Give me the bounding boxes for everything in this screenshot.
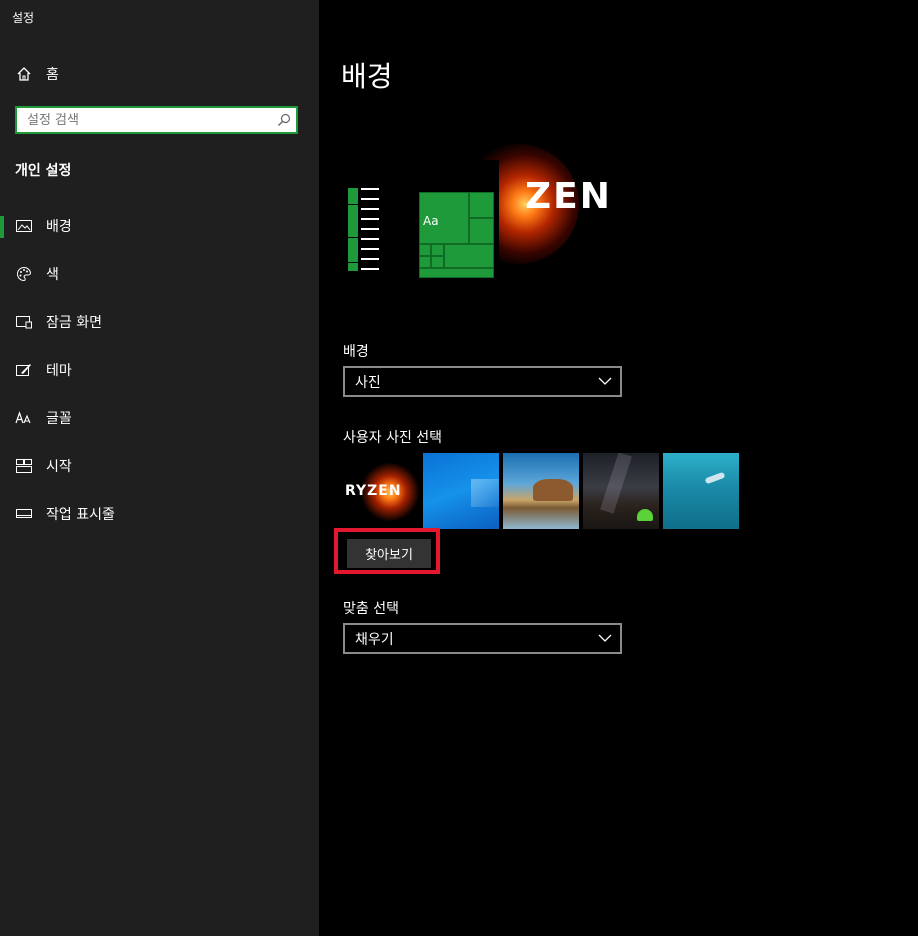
start-icon: [15, 458, 33, 474]
choose-picture-label: 사용자 사진 선택: [343, 430, 443, 446]
fit-value: 채우기: [355, 631, 394, 648]
lock-screen-icon: [15, 314, 33, 330]
preview-start-menu: Aa: [339, 160, 499, 280]
sidebar: 설정 홈 개인 설정 배경 색: [0, 0, 319, 936]
background-label: 배경: [343, 344, 369, 360]
chevron-down-icon: [598, 377, 612, 385]
sidebar-item-taskbar[interactable]: 작업 표시줄: [0, 490, 319, 538]
section-title: 개인 설정: [15, 163, 72, 179]
sidebar-nav: 배경 색 잠금 화면 테마 글꼴 시작 작업 표시줄: [0, 202, 319, 538]
background-type-dropdown[interactable]: 사진: [343, 366, 622, 397]
search-icon[interactable]: [277, 113, 291, 127]
home-icon: [17, 67, 31, 81]
sidebar-item-fonts[interactable]: 글꼴: [0, 394, 319, 442]
browse-button[interactable]: 찾아보기: [347, 539, 431, 568]
background-preview: ZEN Aa: [339, 104, 619, 280]
preview-tiles: Aa: [419, 192, 494, 278]
preview-app-list-icons: [348, 188, 358, 271]
sidebar-item-label: 테마: [46, 363, 72, 379]
window-title: 설정: [12, 11, 35, 25]
thumbnail-ryzen[interactable]: RYZEN: [343, 453, 419, 529]
sidebar-item-label: 글꼴: [46, 411, 72, 427]
image-icon: [15, 218, 33, 234]
sidebar-item-label: 작업 표시줄: [46, 507, 115, 523]
palette-icon: [15, 266, 33, 282]
home-label: 홈: [46, 67, 59, 83]
thumbnail-windows-blue[interactable]: [423, 453, 499, 529]
windows-logo-shape: [471, 479, 499, 507]
page-title: 배경: [341, 60, 393, 93]
thumbnail-underwater[interactable]: [663, 453, 739, 529]
chevron-down-icon: [598, 634, 612, 642]
sidebar-item-color[interactable]: 색: [0, 250, 319, 298]
thumbnail-brand-text: RYZEN: [345, 483, 402, 499]
milky-way-shape: [600, 453, 632, 514]
sidebar-item-theme[interactable]: 테마: [0, 346, 319, 394]
fit-label: 맞춤 선택: [343, 601, 399, 617]
preview-app-list-lines: [361, 188, 379, 278]
sidebar-item-start[interactable]: 시작: [0, 442, 319, 490]
taskbar-icon: [15, 506, 33, 522]
search-box[interactable]: [15, 106, 298, 134]
preview-tile-label: Aa: [423, 214, 439, 228]
sidebar-item-background[interactable]: 배경: [0, 202, 319, 250]
sidebar-item-label: 색: [46, 267, 59, 283]
tent-shape: [637, 509, 653, 521]
rock-shape: [533, 479, 573, 501]
sidebar-item-lock-screen[interactable]: 잠금 화면: [0, 298, 319, 346]
font-icon: [15, 410, 33, 426]
sidebar-item-label: 시작: [46, 459, 72, 475]
theme-brush-icon: [15, 362, 33, 378]
sidebar-item-label: 잠금 화면: [46, 315, 102, 331]
search-input[interactable]: [17, 108, 277, 132]
fit-dropdown[interactable]: 채우기: [343, 623, 622, 654]
preview-brand-text: ZEN: [525, 176, 612, 217]
home-link[interactable]: 홈: [16, 64, 59, 84]
background-type-value: 사진: [355, 374, 381, 391]
thumbnail-beach-rock[interactable]: [503, 453, 579, 529]
thumbnail-night-sky[interactable]: [583, 453, 659, 529]
diver-shape: [704, 471, 726, 485]
main-content: 배경 ZEN Aa 배경 사진 사용자 사진 선택 RYZEN 찾아보기 맞춤 …: [319, 0, 918, 936]
sidebar-item-label: 배경: [46, 219, 72, 235]
